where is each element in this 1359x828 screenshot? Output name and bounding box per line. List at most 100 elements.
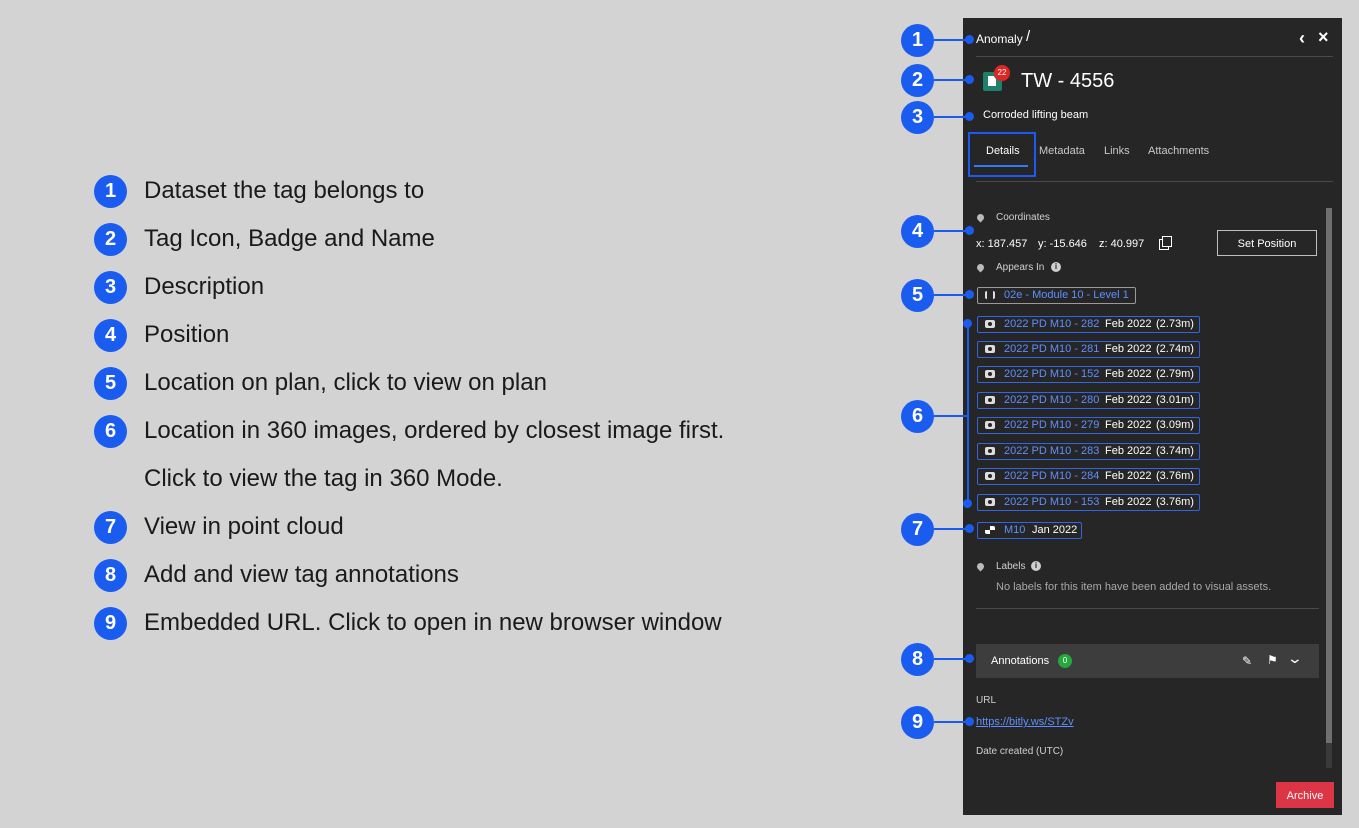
legend-number: 4 [94,319,127,352]
image-date: Feb 2022 [1105,445,1152,457]
callout-1: 1 [901,24,934,57]
legend-text-line2: Click to view the tag in 360 Mode. [144,465,503,492]
legend-number: 5 [94,367,127,400]
image-name: 2022 PD M10 - 281 [1004,343,1100,355]
callout-dot [965,290,974,299]
close-icon[interactable]: × [1318,27,1329,48]
legend-text: Location in 360 images, ordered by close… [144,417,725,444]
coordinates-label: Coordinates [996,212,1050,223]
appears-in-label: Appears In [996,262,1045,273]
callout-line [934,721,968,723]
image-name: 2022 PD M10 - 284 [1004,470,1100,482]
tab-details[interactable]: Details [986,145,1020,157]
pointcloud-name: M10 [1004,524,1026,536]
callout-dot [965,112,974,121]
legend-text: Position [144,321,230,348]
legend-number: 1 [94,175,127,208]
legend: 1 Dataset the tag belongs to 2 Tag Icon,… [94,174,814,654]
legend-number: 9 [94,607,127,640]
tab-active-underline [974,165,1028,167]
camera-icon [985,421,995,429]
image-distance: (2.73m) [1156,318,1194,330]
image-date: Feb 2022 [1105,394,1152,406]
scrollbar-thumb[interactable] [1326,208,1332,743]
callout-line [934,528,968,530]
legend-text: Embedded URL. Click to open in new brows… [144,609,722,636]
image-chip[interactable]: 2022 PD M10 - 282 Feb 2022 (2.73m) [977,316,1200,333]
callout-9: 9 [901,706,934,739]
camera-icon [985,370,995,378]
callout-line [934,415,968,417]
image-distance: (2.74m) [1156,343,1194,355]
image-distance: (3.76m) [1156,470,1194,482]
callout-dot [965,524,974,533]
legend-item-8: 8 Add and view tag annotations [94,558,814,606]
image-distance: (3.74m) [1156,445,1194,457]
header-divider [976,56,1333,57]
image-name: 2022 PD M10 - 283 [1004,445,1100,457]
tab-links[interactable]: Links [1104,145,1130,157]
image-name: 2022 PD M10 - 152 [1004,368,1100,380]
image-chip[interactable]: 2022 PD M10 - 283 Feb 2022 (3.74m) [977,443,1200,460]
callout-dot [965,654,974,663]
flag-icon[interactable]: ⚑ [1267,653,1278,667]
legend-item-3: 3 Description [94,270,814,318]
callout-3: 3 [901,101,934,134]
legend-text: Tag Icon, Badge and Name [144,225,435,252]
coord-x: x: 187.457 [976,238,1028,250]
location-pin-icon [975,561,986,572]
plan-location-chip[interactable]: 02e - Module 10 - Level 1 [977,287,1136,304]
image-chip[interactable]: 2022 PD M10 - 281 Feb 2022 (2.74m) [977,341,1200,358]
callout-line [934,79,968,81]
chevron-down-icon[interactable]: ⌄ [1287,650,1303,667]
tag-details-panel: Anomaly / ‹ × 22 TW - 4556 Corroded lift… [963,18,1342,815]
callout-line [934,230,968,232]
legend-number: 7 [94,511,127,544]
tag-description: Corroded lifting beam [983,109,1089,121]
callout-8: 8 [901,643,934,676]
info-icon[interactable]: i [1031,561,1041,571]
callout-line [934,294,968,296]
camera-icon [985,447,995,455]
image-distance: (2.79m) [1156,368,1194,380]
breadcrumb-separator: / [1026,28,1031,45]
tab-metadata[interactable]: Metadata [1039,145,1085,157]
callout-5: 5 [901,279,934,312]
coord-z: z: 40.997 [1099,238,1145,250]
info-icon[interactable]: i [1051,262,1061,272]
annotations-bar[interactable]: Annotations 0 ✎ ⚑ ⌄ [976,644,1319,678]
back-chevron-icon[interactable]: ‹ [1299,28,1305,49]
legend-number: 3 [94,271,127,304]
image-chip[interactable]: 2022 PD M10 - 280 Feb 2022 (3.01m) [977,392,1200,409]
tag-badge: 22 [994,65,1010,81]
legend-text: Dataset the tag belongs to [144,177,425,204]
set-position-button[interactable]: Set Position [1217,230,1317,256]
image-chip[interactable]: 2022 PD M10 - 152 Feb 2022 (2.79m) [977,366,1200,383]
breadcrumb-dataset[interactable]: Anomaly [976,32,1023,46]
callout-2: 2 [901,64,934,97]
location-pin-icon [975,212,986,223]
callout-dot [965,717,974,726]
image-chip[interactable]: 2022 PD M10 - 153 Feb 2022 (3.76m) [977,494,1200,511]
no-labels-text: No labels for this item have been added … [996,581,1272,593]
tab-attachments[interactable]: Attachments [1148,145,1209,157]
pointcloud-icon [985,526,995,534]
image-chip[interactable]: 2022 PD M10 - 279 Feb 2022 (3.09m) [977,417,1200,434]
image-chip[interactable]: 2022 PD M10 - 284 Feb 2022 (3.76m) [977,468,1200,485]
legend-text: Location on plan, click to view on plan [144,369,547,396]
url-link[interactable]: https://bitly.ws/STZv [976,716,1074,728]
legend-item-1: 1 Dataset the tag belongs to [94,174,814,222]
callout-line [934,658,968,660]
image-name: 2022 PD M10 - 280 [1004,394,1100,406]
callout-dot [965,226,974,235]
tag-name: TW - 4556 [1021,70,1115,92]
edit-pencil-icon[interactable]: ✎ [1242,654,1252,668]
copy-icon[interactable] [1159,236,1172,250]
camera-icon [985,396,995,404]
pointcloud-chip[interactable]: M10 Jan 2022 [977,522,1082,539]
legend-item-4: 4 Position [94,318,814,366]
archive-button[interactable]: Archive [1276,782,1334,808]
callout-4: 4 [901,215,934,248]
callout-dot [963,499,972,508]
image-date: Feb 2022 [1105,318,1152,330]
